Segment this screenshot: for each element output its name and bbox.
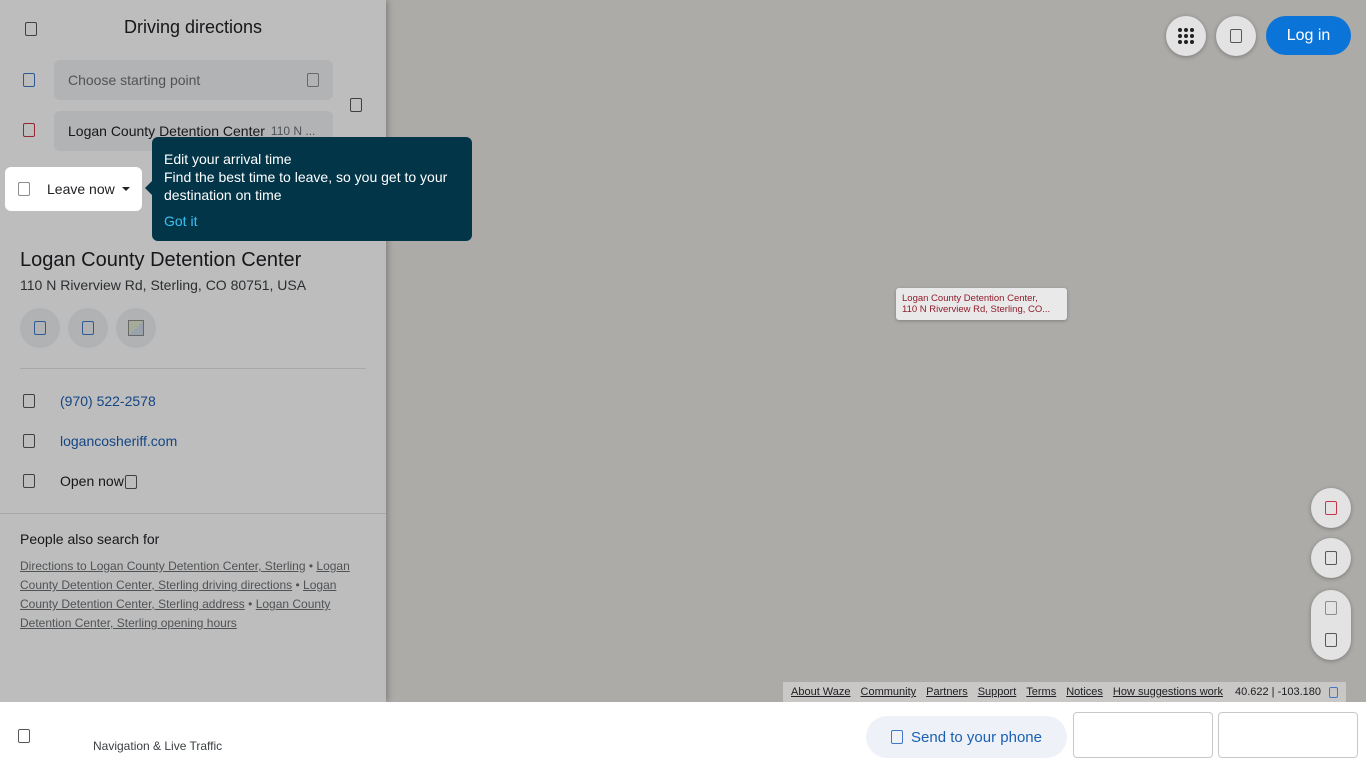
login-button[interactable]: Log in: [1266, 16, 1351, 55]
panel-title: Driving directions: [123, 17, 263, 37]
locate-icon: [1325, 551, 1337, 565]
copy-coordinates-icon[interactable]: [1329, 686, 1338, 698]
report-button[interactable]: [1311, 488, 1351, 528]
clock-icon: [23, 474, 35, 488]
divider: [20, 368, 366, 369]
starting-point-input[interactable]: Choose starting point: [54, 60, 333, 100]
divider: [0, 513, 386, 514]
settings-button[interactable]: [1216, 16, 1256, 56]
map-attribution: About Waze Community Partners Support Te…: [783, 682, 1346, 702]
also-search-link-directions[interactable]: Directions to Logan County Detention Cen…: [20, 559, 306, 573]
hours-status: Open now: [60, 473, 124, 489]
starting-point-placeholder: Choose starting point: [68, 72, 201, 88]
phone-icon: [23, 394, 35, 408]
link-separator: •: [308, 559, 314, 573]
also-search-title: People also search for: [20, 531, 160, 547]
marker-label-line1: Logan County Detention Center,: [902, 293, 1038, 304]
start-point-icon: [23, 73, 35, 87]
directions-panel: Driving directions Choose starting point…: [0, 0, 386, 702]
bottom-bar: Navigation & Live Traffic Send to your p…: [0, 702, 1366, 768]
send-to-phone-label: Send to your phone: [911, 728, 1042, 746]
panel-header: Driving directions: [0, 0, 386, 54]
waze-logo-icon[interactable]: [18, 729, 30, 743]
attribution-link-terms[interactable]: Terms: [1026, 686, 1056, 698]
attribution-link-community[interactable]: Community: [861, 686, 917, 698]
tooltip-title: Edit your arrival time: [164, 151, 292, 167]
place-website-link[interactable]: logancosheriff.com: [60, 433, 177, 449]
also-search-links: Directions to Logan County Detention Cen…: [20, 557, 360, 633]
phone-icon: [891, 730, 904, 744]
attribution-link-suggestions[interactable]: How suggestions work: [1113, 686, 1223, 698]
report-icon: [1325, 501, 1337, 515]
google-play-badge[interactable]: [1218, 712, 1358, 758]
locate-start-icon[interactable]: [307, 73, 319, 87]
attribution-link-notices[interactable]: Notices: [1066, 686, 1103, 698]
place-address: 110 N Riverview Rd, Sterling, CO 80751, …: [20, 277, 307, 293]
arrival-time-tooltip: Edit your arrival time Find the best tim…: [145, 137, 472, 241]
map-coordinates: 40.622 | -103.180: [1234, 686, 1321, 698]
attribution-link-partners[interactable]: Partners: [926, 686, 968, 698]
tooltip-body: Find the best time to leave, so you get …: [164, 169, 448, 203]
save-icon: [82, 321, 94, 335]
clock-icon: [18, 182, 30, 196]
locate-me-button[interactable]: [1311, 538, 1351, 578]
share-icon: [34, 321, 46, 335]
attribution-link-support[interactable]: Support: [978, 686, 1017, 698]
settings-icon: [1230, 29, 1242, 43]
zoom-out-icon[interactable]: [1325, 633, 1337, 647]
apps-grid-icon: [1178, 28, 1194, 44]
destination-sub: 110 N ...: [270, 124, 316, 138]
place-name: Logan County Detention Center: [20, 249, 302, 271]
attribution-link-about[interactable]: About Waze: [791, 686, 851, 698]
place-photo-icon: [128, 320, 144, 336]
tooltip-got-it-button[interactable]: Got it: [164, 212, 460, 230]
zoom-in-icon[interactable]: [1325, 601, 1337, 615]
tagline: Navigation & Live Traffic: [93, 739, 223, 753]
leave-now-label: Leave now: [47, 181, 115, 197]
zoom-control: [1311, 590, 1351, 660]
send-to-phone-button[interactable]: Send to your phone: [866, 716, 1067, 758]
opening-hours-toggle[interactable]: Open now: [60, 473, 137, 490]
marker-label-line2: 110 N Riverview Rd, Sterling, CO...: [902, 304, 1051, 315]
link-separator: •: [248, 597, 253, 611]
chevron-down-icon: [124, 475, 137, 490]
app-store-badge[interactable]: [1073, 712, 1213, 758]
swap-route-icon[interactable]: [350, 98, 362, 112]
apps-button[interactable]: [1166, 16, 1206, 56]
website-icon: [23, 434, 35, 448]
save-place-button[interactable]: [68, 308, 108, 348]
place-photo-button[interactable]: [116, 308, 156, 348]
link-separator: •: [295, 578, 300, 592]
caret-down-icon: [121, 187, 130, 191]
place-phone-link[interactable]: (970) 522-2578: [60, 393, 156, 409]
leave-now-dropdown[interactable]: Leave now: [5, 167, 142, 211]
share-button[interactable]: [20, 308, 60, 348]
map-marker-label[interactable]: Logan County Detention Center, 110 N Riv…: [896, 288, 1067, 320]
destination-icon: [23, 123, 35, 137]
